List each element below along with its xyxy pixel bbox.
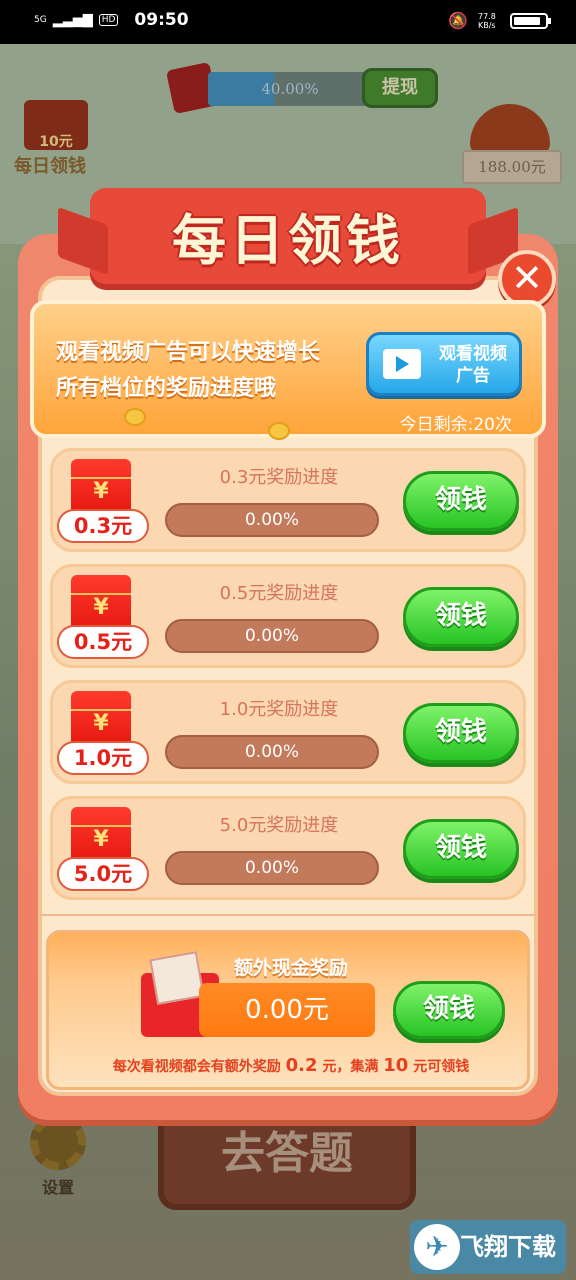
reward-tier: ¥ 0.5元 0.5元奖励进度 0.00% 领钱: [50, 564, 526, 668]
ad-description-line2: 所有档位的奖励进度哦: [56, 376, 277, 401]
watermark-text: 飞翔下载: [460, 1233, 556, 1261]
tier-amount: 0.5元: [57, 625, 149, 659]
reward-tier: ¥ 5.0元 5.0元奖励进度 0.00% 领钱: [50, 796, 526, 900]
video-ad-banner: 观看视频广告可以快速增长 所有档位的奖励进度哦 观看视频广告 今日剩余:20次: [30, 300, 546, 440]
signal-icon: ▂▃▅▇: [52, 12, 93, 28]
modal-title: 每日领钱: [172, 209, 404, 272]
withdraw-progress-bar: 40.00%: [208, 72, 372, 106]
battery-icon: [510, 12, 551, 29]
video-clapper-icon: [383, 349, 421, 379]
tier-progress-bar: 0.00%: [165, 503, 379, 537]
gear-icon: [30, 1114, 86, 1170]
yen-icon: ¥: [93, 827, 109, 852]
bonus-note-prefix: 每次看视频都会有额外奖励: [112, 1059, 281, 1075]
tier-title: 0.5元奖励进度: [219, 583, 339, 604]
bonus-amount: 0.00元: [199, 983, 375, 1037]
daily-money-icon[interactable]: 10元: [24, 100, 88, 150]
mute-icon: 🔕: [448, 11, 468, 30]
extra-cash-bonus: 额外现金奖励 0.00元 领钱 每次看视频都会有额外奖励 0.2 元，集满 10…: [46, 930, 530, 1090]
yen-icon: ¥: [93, 479, 109, 504]
tier-title: 5.0元奖励进度: [219, 815, 339, 836]
claim-button[interactable]: 领钱: [403, 471, 519, 531]
tier-progress-bar: 0.00%: [165, 619, 379, 653]
coin-icon: [268, 422, 290, 440]
balance-display: 188.00元: [462, 150, 562, 184]
watermark: ✈ 飞翔下载: [410, 1220, 566, 1274]
claim-button[interactable]: 领钱: [403, 819, 519, 879]
watch-video-ad-label: 观看视频广告: [439, 344, 507, 386]
tier-progress-bar: 0.00%: [165, 851, 379, 885]
remaining-views: 今日剩余:20次: [399, 415, 512, 435]
watermark-logo-icon: ✈: [414, 1224, 460, 1270]
hd-badge: HD: [98, 14, 119, 26]
yen-icon: ¥: [93, 595, 109, 620]
tier-progress-text: 0.00%: [244, 858, 299, 878]
tier-title: 1.0元奖励进度: [219, 699, 339, 720]
claim-button[interactable]: 领钱: [403, 587, 519, 647]
tier-progress-bar: 0.00%: [165, 735, 379, 769]
bonus-note-suffix: 元可领钱: [413, 1059, 470, 1075]
coin-icon: [124, 408, 146, 426]
bonus-title: 额外现金奖励: [233, 957, 348, 979]
reward-tier: ¥ 1.0元 1.0元奖励进度 0.00% 领钱: [50, 680, 526, 784]
tier-amount: 1.0元: [57, 741, 149, 775]
status-bar: 5G ▂▃▅▇ HD 09:50 🔕 77.8 KB/s: [0, 0, 576, 44]
withdraw-button[interactable]: 提现: [362, 68, 438, 108]
tier-amount: 5.0元: [57, 857, 149, 891]
tier-amount: 0.3元: [57, 509, 149, 543]
bonus-note-value: 0.2: [285, 1055, 318, 1076]
settings-button[interactable]: 设置: [20, 1114, 96, 1197]
yen-icon: ¥: [93, 711, 109, 736]
divider: [40, 914, 536, 916]
network-indicator: 5G: [34, 14, 47, 25]
watch-video-ad-button[interactable]: 观看视频广告: [366, 332, 522, 396]
bonus-note-target: 10: [383, 1055, 409, 1076]
claim-button[interactable]: 领钱: [403, 703, 519, 763]
clock: 09:50: [134, 10, 189, 30]
bonus-claim-button[interactable]: 领钱: [393, 981, 505, 1039]
reward-tier: ¥ 0.3元 0.3元奖励进度 0.00% 领钱: [50, 448, 526, 552]
tier-progress-text: 0.00%: [244, 742, 299, 762]
bonus-note: 每次看视频都会有额外奖励 0.2 元，集满 10 元可领钱: [49, 1055, 533, 1076]
bonus-note-mid: 元，集满: [322, 1059, 379, 1075]
daily-money-label: 每日领钱: [14, 156, 86, 177]
tier-progress-text: 0.00%: [244, 510, 299, 530]
tier-progress-text: 0.00%: [244, 626, 299, 646]
withdraw-progress-text: 40.00%: [261, 80, 319, 98]
network-speed: 77.8 KB/s: [478, 11, 496, 30]
ad-description-line1: 观看视频广告可以快速增长: [56, 340, 321, 365]
tier-title: 0.3元奖励进度: [219, 467, 339, 488]
settings-label: 设置: [41, 1178, 74, 1197]
